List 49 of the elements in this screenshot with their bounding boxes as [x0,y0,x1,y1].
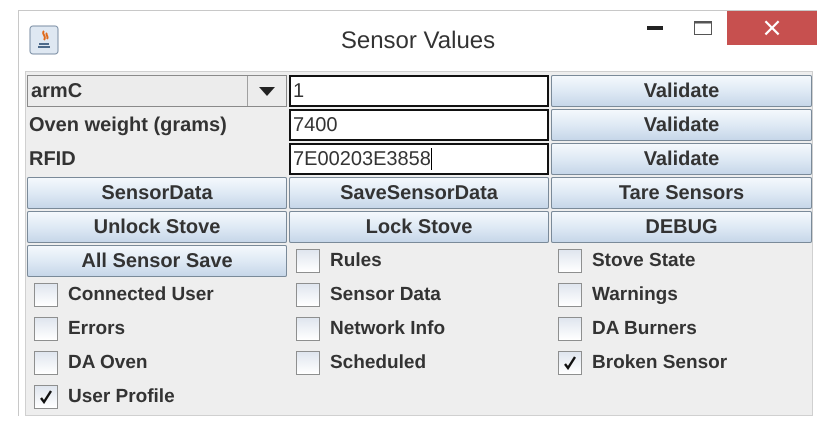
action-button[interactable]: DEBUG [551,211,812,243]
checkbox-label: Errors [68,318,126,340]
checkbox-label: Scheduled [330,352,426,374]
input-field[interactable]: 1 [289,75,549,107]
checkbox[interactable] [296,351,320,375]
action-button[interactable]: Unlock Stove [27,211,287,243]
checkbox[interactable] [34,317,58,341]
checkbox[interactable] [34,385,58,409]
checkbox-label: Connected User [68,284,214,306]
checkbox[interactable] [296,317,320,341]
caret-icon [259,86,275,96]
checkbox[interactable] [296,283,320,307]
maximize-icon [694,21,712,35]
checkbox[interactable] [558,351,582,375]
input-field[interactable]: 7400 [289,109,549,141]
checkbox-label: DA Oven [68,352,148,374]
action-button[interactable]: SensorData [27,177,287,209]
action-button[interactable]: All Sensor Save [27,245,287,277]
checkbox[interactable] [558,317,582,341]
checkbox[interactable] [34,351,58,375]
window-title: Sensor Values [340,27,496,55]
app-icon [29,25,59,55]
check-icon [563,356,577,370]
action-button[interactable]: Validate [551,109,812,141]
close-button[interactable]: × [727,11,817,45]
input-field[interactable]: 7E00203E3858 [289,143,549,175]
action-button[interactable]: Validate [551,143,812,175]
action-button[interactable]: SaveSensorData [289,177,549,209]
action-button[interactable]: Validate [551,75,812,107]
checkbox[interactable] [34,283,58,307]
dropdown[interactable]: armC [27,75,287,107]
checkbox[interactable] [296,249,320,273]
checkbox-label: Network Info [330,318,446,340]
checkbox-label: Warnings [592,284,678,306]
action-button[interactable]: Tare Sensors [551,177,812,209]
checkbox[interactable] [558,249,582,273]
checkbox-label: Stove State [592,250,696,272]
minimize-icon [647,26,663,30]
checkbox-label: User Profile [68,386,175,408]
action-button[interactable]: Lock Stove [289,211,549,243]
check-icon [39,390,53,404]
checkbox-label: Sensor Data [330,284,441,306]
checkbox-label: DA Burners [592,318,697,340]
checkbox[interactable] [558,283,582,307]
dropdown-value: armC [30,78,84,104]
checkbox-label: Broken Sensor [592,352,728,374]
field-label: Oven weight (grams) [28,114,228,136]
checkbox-label: Rules [330,250,382,272]
field-label: RFID [28,148,77,170]
